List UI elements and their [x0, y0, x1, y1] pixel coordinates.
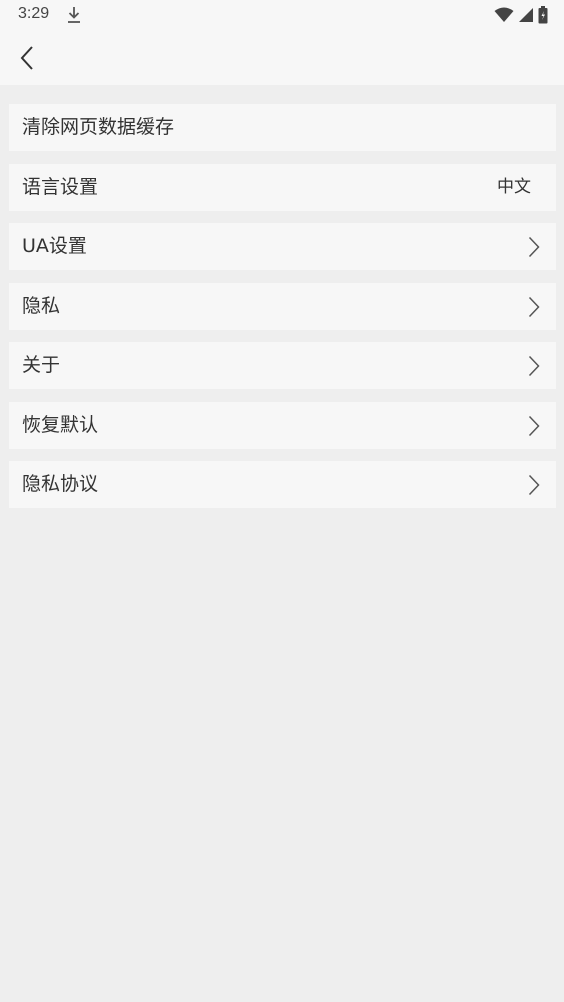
toolbar [0, 30, 564, 85]
clear-cache-item[interactable]: 清除网页数据缓存 [9, 104, 556, 151]
setting-label: 隐私 [22, 294, 61, 317]
chevron-left-icon [20, 46, 33, 70]
chevron-right-icon [528, 474, 540, 496]
setting-label: 关于 [22, 354, 61, 376]
status-icons [494, 6, 548, 24]
chevron-right-icon [528, 296, 540, 317]
chevron-right-icon [528, 415, 540, 436]
privacy-agreement-item[interactable]: 隐私协议 [9, 461, 556, 508]
wifi-icon [494, 7, 514, 22]
chevron-right-icon [528, 355, 540, 377]
settings-list: 清除网页数据缓存 语言设置 中文 UA设置 隐私 关于 恢复默认 隐私协议 [9, 104, 556, 521]
setting-label: 恢复默认 [22, 413, 99, 436]
language-setting-item[interactable]: 语言设置 中文 [9, 163, 556, 211]
download-icon [68, 7, 80, 23]
back-button[interactable] [10, 40, 44, 76]
cell-signal-icon [519, 8, 533, 22]
status-time: 3:29 [18, 5, 50, 22]
restore-defaults-item[interactable]: 恢复默认 [9, 401, 556, 449]
setting-label: 清除网页数据缓存 [22, 116, 175, 138]
about-item[interactable]: 关于 [9, 342, 556, 389]
battery-icon [538, 6, 548, 24]
setting-label: 语言设置 [22, 175, 99, 198]
language-value: 中文 [497, 176, 531, 197]
chevron-right-icon [528, 236, 540, 258]
status-bar: 3:29 [0, 0, 564, 30]
ua-setting-item[interactable]: UA设置 [9, 223, 556, 270]
privacy-item[interactable]: 隐私 [9, 282, 556, 330]
setting-label: 隐私协议 [22, 473, 99, 495]
setting-label: UA设置 [22, 235, 87, 257]
